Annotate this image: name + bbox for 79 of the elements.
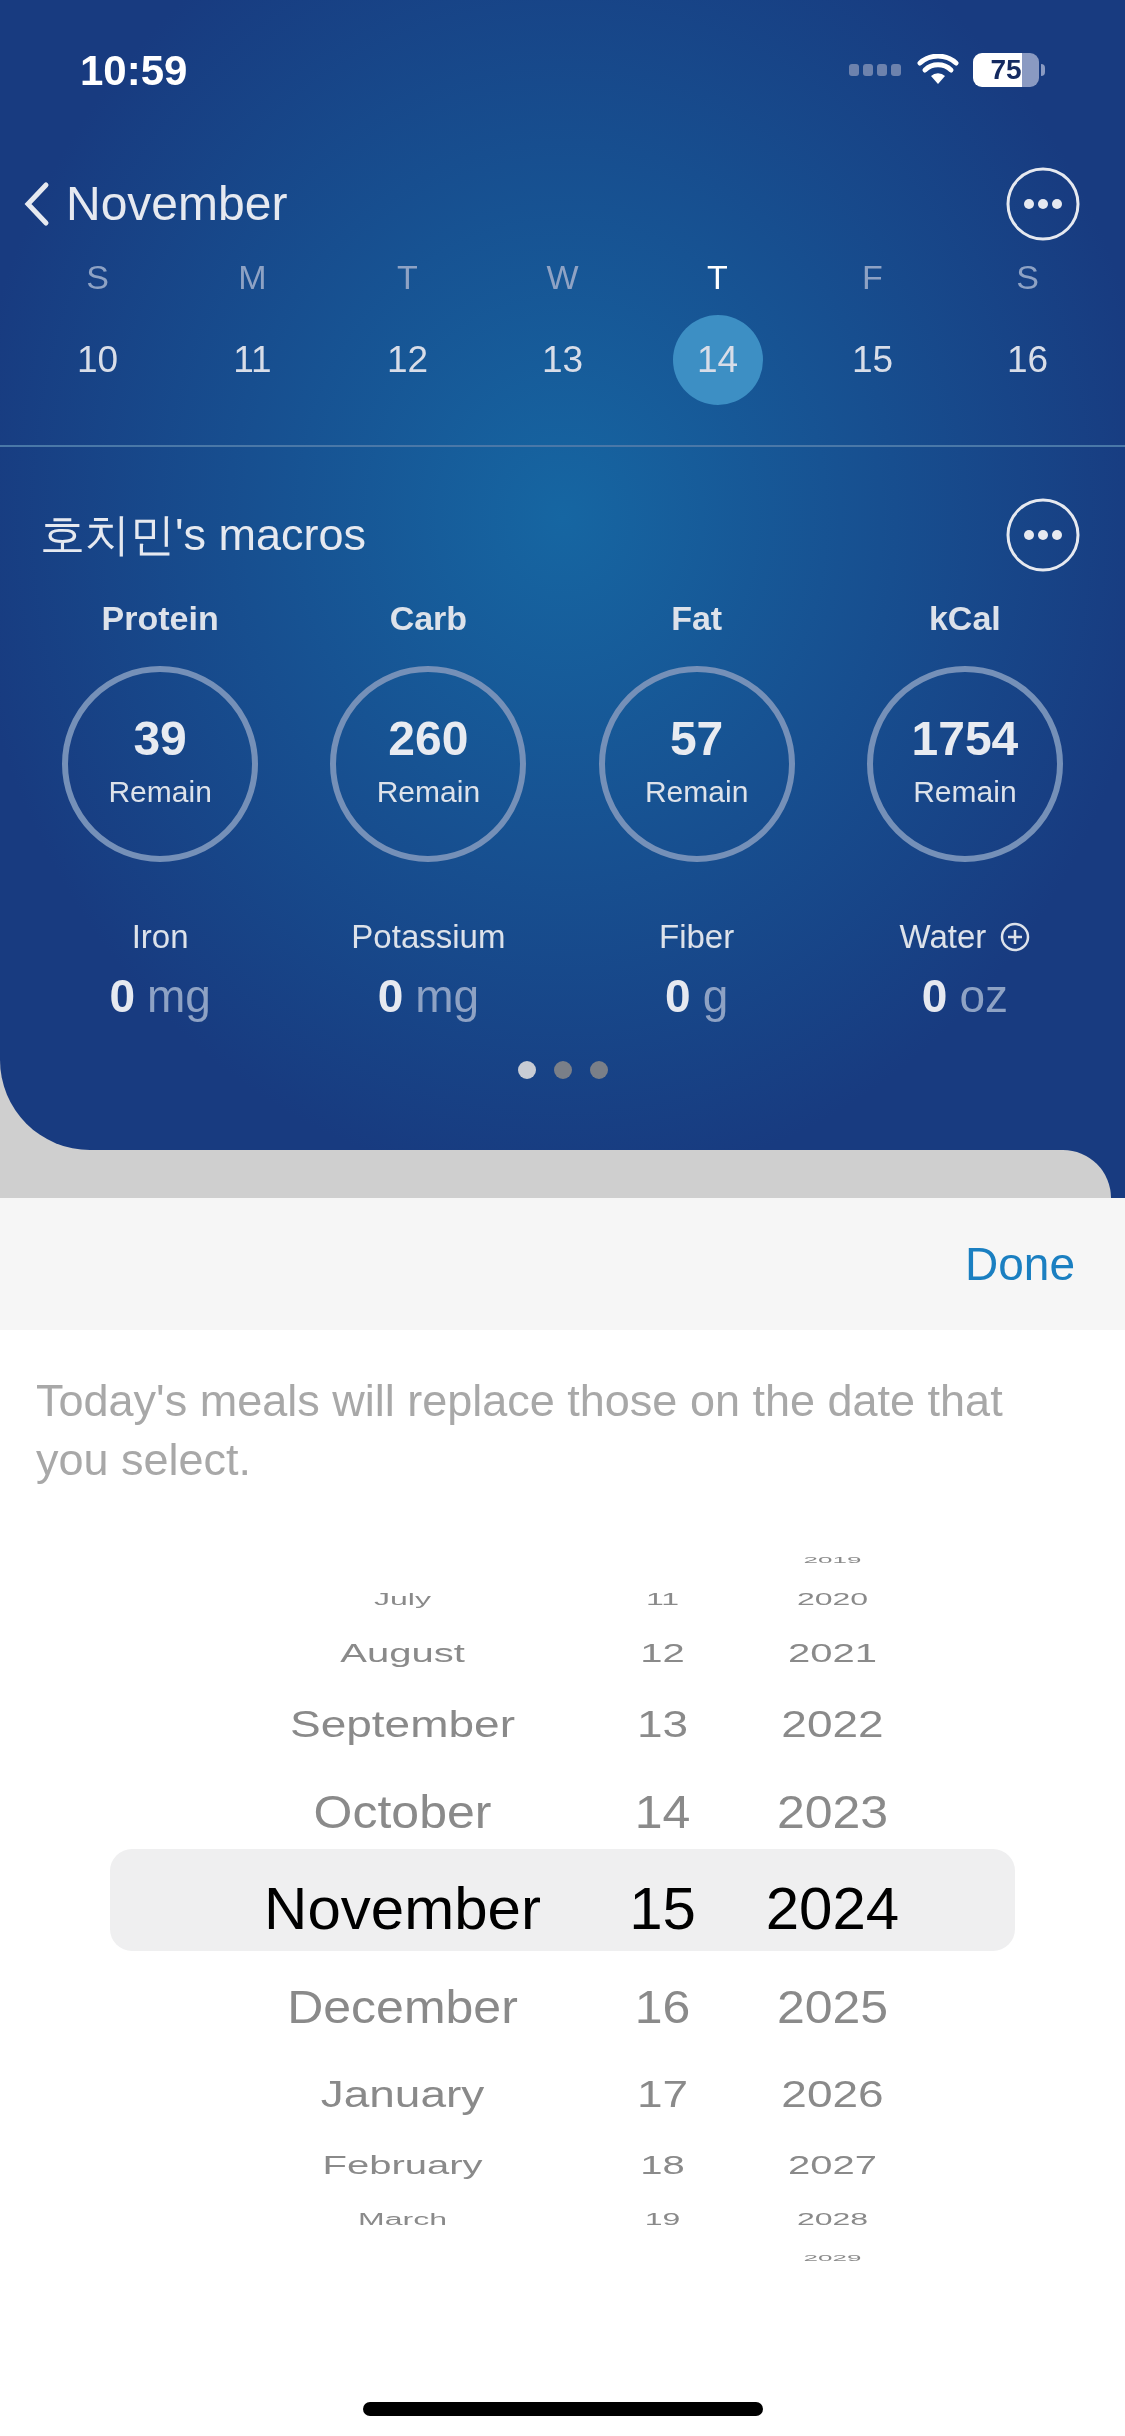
picker-option[interactable]: July [374,1591,431,1607]
nutrient-label: Fiber [659,917,735,957]
picker-option[interactable]: January [320,2075,485,2113]
day-button[interactable]: 13 [517,315,608,405]
sheet-message: Today's meals will replace those on the date that you select. [35,1374,1004,1487]
nutrient-label: Potassium [351,917,506,957]
macro-value: 39 [133,714,187,763]
macro-caption: Remain [108,773,212,810]
day-button[interactable]: 12 [362,315,453,405]
macro-value: 57 [669,714,724,763]
picker-option[interactable]: 12 [640,1640,685,1666]
macro-label: Carb [389,598,468,639]
picker-option[interactable]: 2024 [765,1879,900,1939]
weekday-label: T [397,257,418,298]
weekday-label: T [707,257,728,298]
picker-option[interactable]: 15 [629,1879,696,1939]
nutrient-label: Water [899,917,987,957]
nutrient-value: 0 [377,968,404,1024]
picker-option[interactable]: March [358,2211,447,2227]
more-icon[interactable] [1005,497,1081,573]
picker-option[interactable]: 2025 [776,1983,889,2030]
picker-option[interactable]: September [290,1705,515,1743]
macro-value: 260 [388,714,469,763]
weekday-label: M [238,257,267,298]
picker-option[interactable]: 2019 [803,1555,862,1565]
picker-option[interactable]: 13 [636,1705,689,1743]
nutrient-unit: g [702,968,729,1024]
macro-label: Protein [101,598,219,639]
more-icon[interactable] [1005,166,1081,242]
nutrient-value: 0 [921,968,948,1024]
picker-option[interactable]: 2027 [788,2152,877,2178]
day-button[interactable]: 15 [827,315,918,405]
macro-caption: Remain [376,773,481,810]
battery-level: 75 [990,53,1022,87]
macro-caption: Remain [913,773,1017,810]
day-button[interactable]: 11 [207,315,298,405]
picker-option[interactable]: November [264,1879,541,1939]
weekday-label: S [86,257,109,298]
macro-caption: Remain [644,773,749,810]
picker-option[interactable]: 17 [636,2075,689,2113]
picker-option[interactable]: 2023 [776,1788,889,1835]
picker-option[interactable]: February [322,2152,483,2178]
nutrient-unit: mg [415,968,480,1024]
add-icon[interactable] [1000,921,1031,952]
wifi-icon [917,54,959,86]
picker-option[interactable]: 2026 [781,2075,884,2113]
weekday-label: W [546,257,579,298]
nutrient-unit: mg [146,968,211,1024]
day-button[interactable]: 14 [672,315,763,405]
picker-option[interactable]: 2022 [781,1705,884,1743]
nutrient-unit: oz [959,968,1008,1024]
month-title[interactable]: November [66,168,288,240]
nutrient-value: 0 [109,968,135,1024]
picker-option[interactable]: 16 [634,1983,691,2030]
picker-option[interactable]: 19 [644,2211,681,2227]
picker-option[interactable]: 2028 [796,2211,869,2227]
macros-title: 호치민's macros [40,508,367,563]
picker-option[interactable]: October [313,1788,492,1835]
macro-label: kCal [928,598,1001,639]
picker-option[interactable]: August [340,1640,465,1666]
picker-option[interactable]: 2020 [796,1591,869,1607]
picker-option[interactable]: 14 [634,1788,691,1835]
signal-icon [849,64,903,76]
day-button[interactable]: 16 [982,315,1073,405]
weekday-label: S [1016,257,1039,298]
day-button[interactable]: 10 [52,315,143,405]
picker-option[interactable]: 2021 [788,1640,877,1666]
macro-value: 1754 [911,714,1019,763]
picker-option[interactable]: 18 [640,2152,685,2178]
status-time: 10:59 [80,45,188,96]
picker-option[interactable]: 2029 [803,2253,862,2263]
picker-option[interactable]: December [287,1983,518,2030]
back-icon[interactable] [22,181,50,227]
nutrient-label: Iron [131,917,189,957]
picker-option[interactable]: 11 [645,1591,680,1607]
nutrient-value: 0 [665,968,691,1024]
weekday-label: F [862,257,883,298]
macro-label: Fat [671,598,723,639]
done-button[interactable]: Done [965,1229,1075,1299]
